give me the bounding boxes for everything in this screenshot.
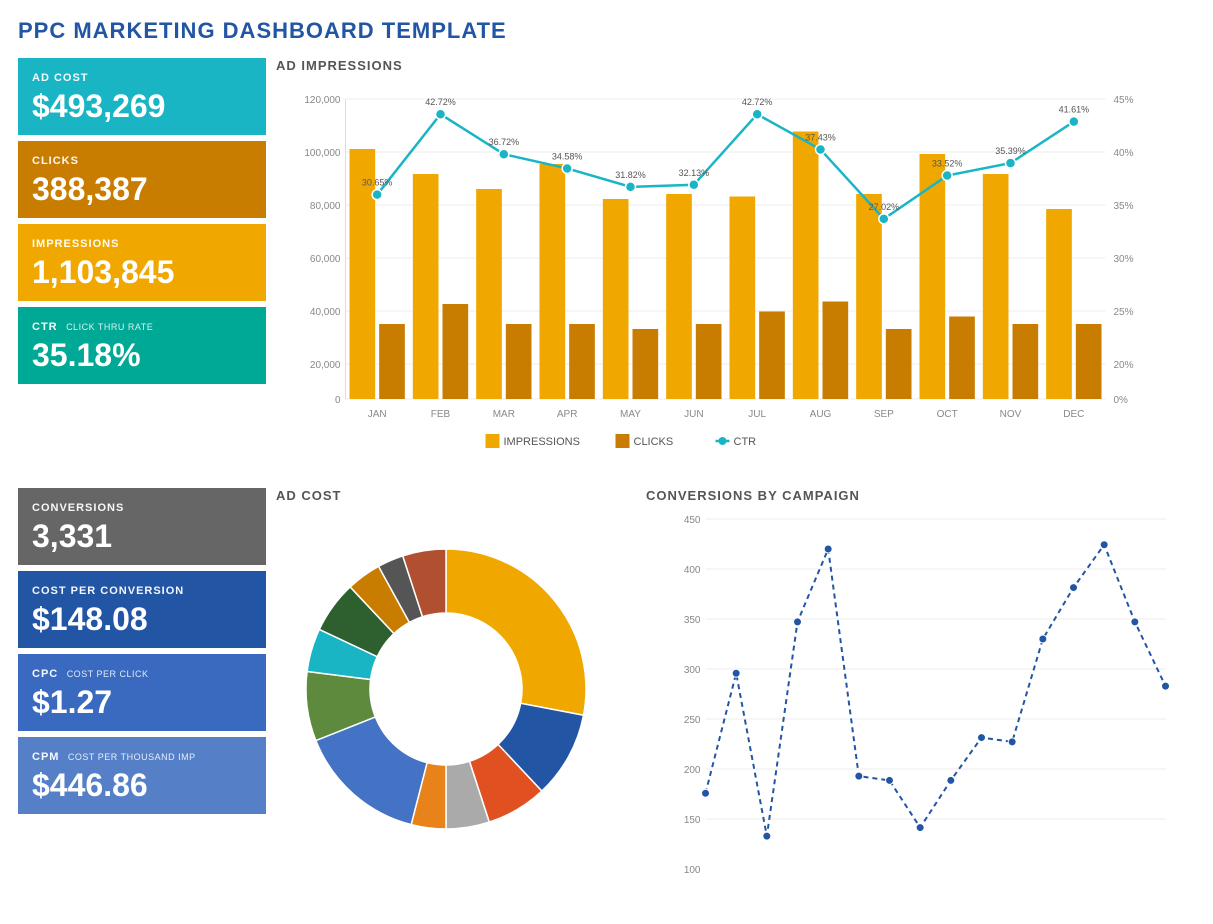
svg-text:42.72%: 42.72% (425, 97, 456, 107)
kpi-clicks: CLICKS 388,387 (18, 141, 266, 218)
svg-text:35%: 35% (1114, 201, 1134, 212)
cpc-label: CPC (32, 668, 58, 680)
svg-text:MAY: MAY (620, 409, 641, 420)
svg-text:42.72%: 42.72% (742, 97, 773, 107)
conv-campaign-area: CONVERSIONS BY CAMPAIGN 450 400 350 300 … (646, 488, 1195, 894)
svg-text:41.61%: 41.61% (1059, 105, 1090, 115)
svg-text:37.43%: 37.43% (805, 132, 836, 142)
conv-campaign-title: CONVERSIONS BY CAMPAIGN (646, 488, 1195, 503)
svg-text:120,000: 120,000 (304, 95, 341, 106)
svg-text:100: 100 (684, 865, 701, 876)
kpi-conversions: CONVERSIONS 3,331 (18, 488, 266, 565)
svg-text:25%: 25% (1114, 307, 1134, 318)
svg-text:DEC: DEC (1063, 409, 1084, 420)
svg-text:APR: APR (557, 409, 578, 420)
svg-text:CLICKS: CLICKS (634, 436, 674, 448)
svg-text:40%: 40% (1114, 148, 1134, 159)
svg-text:33.52%: 33.52% (932, 159, 963, 169)
svg-text:150: 150 (684, 815, 701, 826)
svg-text:36.72%: 36.72% (489, 137, 520, 147)
y-axis-right: 45% 40% 35% 30% 25% 20% 0% (1114, 95, 1134, 406)
conversions-label: CONVERSIONS (32, 502, 124, 514)
ad-impressions-title: AD IMPRESSIONS (276, 58, 1195, 73)
conversions-value: 3,331 (32, 518, 252, 555)
ad-impressions-chart-area: AD IMPRESSIONS 120,000 100,000 80,000 60… (276, 58, 1195, 474)
svg-text:JUN: JUN (684, 409, 703, 420)
svg-text:30.65%: 30.65% (362, 178, 393, 188)
cpm-sublabel: COST PER THOUSAND IMP (68, 752, 196, 762)
svg-text:OCT: OCT (937, 409, 958, 420)
conv-campaign-svg: 450 400 350 300 250 200 150 100 (646, 509, 1195, 889)
impressions-value: 1,103,845 (32, 254, 252, 291)
cost-per-conv-label: COST PER CONVERSION (32, 585, 184, 597)
conv-campaign-dots (702, 541, 1170, 840)
ctr-labels: 30.65% 42.72% 36.72% 34.58% 31.82% 32.13% 42.7… (362, 97, 1089, 212)
svg-text:30%: 30% (1114, 254, 1134, 265)
svg-text:32.13%: 32.13% (679, 168, 710, 178)
svg-text:IMPRESSIONS: IMPRESSIONS (504, 436, 580, 448)
ad-cost-title: AD COST (276, 488, 636, 503)
svg-text:27.02%: 27.02% (869, 202, 900, 212)
top-section: AD COST $493,269 CLICKS 388,387 IMPRESSI… (18, 58, 1195, 474)
svg-text:35.39%: 35.39% (995, 146, 1026, 156)
svg-text:250: 250 (684, 715, 701, 726)
svg-text:200: 200 (684, 765, 701, 776)
svg-text:34.58%: 34.58% (552, 151, 583, 161)
svg-text:SEP: SEP (874, 409, 894, 420)
dashboard-title: PPC MARKETING DASHBOARD TEMPLATE (18, 18, 1195, 44)
svg-text:31.82%: 31.82% (615, 170, 646, 180)
svg-text:JAN: JAN (368, 409, 387, 420)
svg-text:100,000: 100,000 (304, 148, 341, 159)
x-labels: JAN FEB MAR APR MAY JUN JUL AUG SEP OCT NOV DEC (368, 409, 1085, 420)
donut-chart-svg (276, 509, 616, 869)
svg-text:0: 0 (335, 395, 341, 406)
svg-text:NOV: NOV (1000, 409, 1022, 420)
clicks-label: CLICKS (32, 155, 79, 167)
svg-text:400: 400 (684, 565, 701, 576)
cpm-value: $446.86 (32, 767, 252, 804)
ctr-value: 35.18% (32, 337, 252, 374)
svg-text:JUL: JUL (748, 409, 766, 420)
kpi-column-1: AD COST $493,269 CLICKS 388,387 IMPRESSI… (18, 58, 266, 474)
kpi-impressions: IMPRESSIONS 1,103,845 (18, 224, 266, 301)
svg-text:300: 300 (684, 665, 701, 676)
ctr-sublabel: CLICK THRU RATE (66, 322, 153, 332)
svg-text:20%: 20% (1114, 360, 1134, 371)
svg-text:350: 350 (684, 615, 701, 626)
clicks-value: 388,387 (32, 171, 252, 208)
ctr-label: CTR (32, 321, 58, 333)
impressions-label: IMPRESSIONS (32, 238, 119, 250)
bottom-section: CONVERSIONS 3,331 COST PER CONVERSION $1… (18, 488, 1195, 894)
impressions-chart-svg: 120,000 100,000 80,000 60,000 40,000 20,… (276, 79, 1195, 469)
cpc-sublabel: COST PER CLICK (67, 669, 149, 679)
svg-text:AUG: AUG (810, 409, 832, 420)
svg-text:80,000: 80,000 (310, 201, 341, 212)
kpi-cpm: CPM COST PER THOUSAND IMP $446.86 (18, 737, 266, 814)
svg-text:20,000: 20,000 (310, 360, 341, 371)
svg-text:45%: 45% (1114, 95, 1134, 106)
cpm-label: CPM (32, 751, 59, 763)
svg-text:450: 450 (684, 515, 701, 526)
kpi-cost-per-conversion: COST PER CONVERSION $148.08 (18, 571, 266, 648)
chart-legend: IMPRESSIONS CLICKS CTR (486, 434, 757, 448)
svg-text:FEB: FEB (431, 409, 451, 420)
svg-text:MAR: MAR (493, 409, 515, 420)
kpi-cpc: CPC COST PER CLICK $1.27 (18, 654, 266, 731)
kpi-column-2: CONVERSIONS 3,331 COST PER CONVERSION $1… (18, 488, 266, 894)
svg-text:40,000: 40,000 (310, 307, 341, 318)
donut-hole (371, 614, 521, 764)
cpc-value: $1.27 (32, 684, 252, 721)
ad-cost-label: AD COST (32, 72, 89, 84)
kpi-ctr: CTR CLICK THRU RATE 35.18% (18, 307, 266, 384)
kpi-ad-cost: AD COST $493,269 (18, 58, 266, 135)
svg-text:60,000: 60,000 (310, 254, 341, 265)
conv-campaign-line (706, 545, 1166, 836)
ad-cost-donut-area: AD COST (276, 488, 636, 894)
svg-text:0%: 0% (1114, 395, 1129, 406)
ad-cost-value: $493,269 (32, 88, 252, 125)
cost-per-conv-value: $148.08 (32, 601, 252, 638)
svg-text:CTR: CTR (734, 436, 757, 448)
